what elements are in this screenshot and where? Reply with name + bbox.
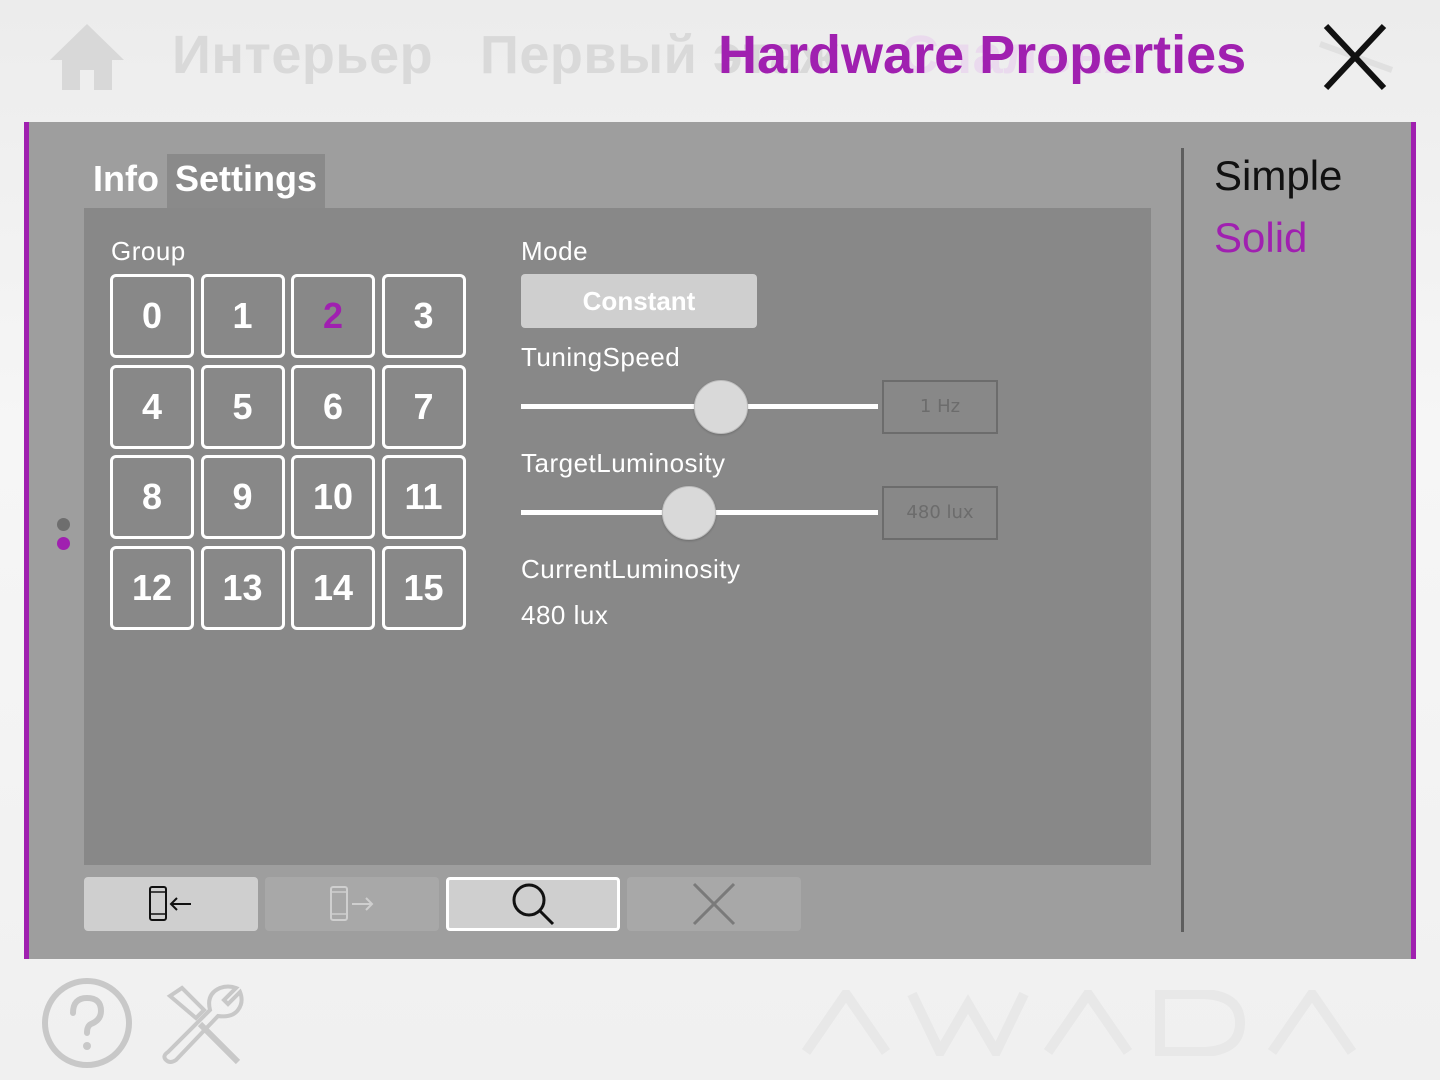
close-icon[interactable] — [1310, 18, 1400, 98]
awada-logo — [801, 990, 1357, 1056]
group-button-8[interactable]: 8 — [110, 455, 194, 539]
group-button-4[interactable]: 4 — [110, 364, 194, 449]
group-button-5[interactable]: 5 — [200, 364, 285, 449]
group-button-15[interactable]: 15 — [381, 545, 466, 630]
page-dot[interactable] — [57, 518, 70, 531]
mode-label: Mode — [521, 236, 589, 266]
group-button-2[interactable]: 2 — [291, 274, 375, 358]
group-label: Group — [111, 236, 186, 266]
tuning-speed-value: 1 Hz — [882, 380, 998, 434]
group-grid: 0 1 2 3 4 5 6 7 8 9 10 11 12 13 14 15 — [110, 274, 470, 634]
tab-info[interactable]: Info — [85, 154, 167, 208]
mode-button[interactable]: Constant — [521, 274, 757, 328]
type-simple[interactable]: Simple — [1214, 152, 1342, 200]
tuning-speed-label: TuningSpeed — [521, 342, 681, 372]
delete-button[interactable] — [627, 877, 801, 931]
home-icon[interactable] — [48, 22, 126, 92]
slider-thumb[interactable] — [693, 380, 748, 434]
target-luminosity-value: 480 lux — [882, 486, 998, 540]
search-button[interactable] — [446, 877, 620, 931]
target-luminosity-slider[interactable] — [521, 486, 878, 542]
group-button-10[interactable]: 10 — [291, 455, 375, 539]
device-import-icon — [149, 886, 191, 921]
panel-divider — [1181, 148, 1184, 932]
target-luminosity-label: TargetLuminosity — [521, 448, 726, 478]
group-button-12[interactable]: 12 — [110, 545, 194, 630]
tab-settings[interactable]: Settings — [166, 154, 325, 208]
page-title: Hardware Properties — [718, 25, 1247, 85]
group-button-6[interactable]: 6 — [291, 364, 375, 449]
type-solid[interactable]: Solid — [1214, 214, 1307, 262]
top-bar: Спальня Интерьер Первый этаж Hardware Pr… — [0, 0, 1440, 120]
group-button-9[interactable]: 9 — [200, 455, 285, 539]
group-button-3[interactable]: 3 — [381, 274, 466, 358]
group-button-1[interactable]: 1 — [200, 274, 285, 358]
current-luminosity-label: CurrentLuminosity — [521, 554, 741, 584]
slider-thumb[interactable] — [661, 486, 716, 540]
group-button-7[interactable]: 7 — [381, 364, 466, 449]
device-export-icon — [330, 886, 374, 921]
breadcrumb-interior[interactable]: Интерьер — [172, 24, 433, 86]
group-button-0[interactable]: 0 — [110, 274, 194, 358]
group-button-14[interactable]: 14 — [291, 545, 375, 630]
search-icon — [512, 883, 555, 926]
import-from-device-button[interactable] — [84, 877, 258, 931]
help-icon[interactable] — [40, 976, 134, 1070]
group-button-13[interactable]: 13 — [200, 545, 285, 630]
hardware-properties-panel: Info Settings Group 0 1 2 3 4 5 6 7 8 9 10 11 12 13 14… — [24, 122, 1416, 959]
tuning-speed-slider[interactable] — [521, 380, 878, 436]
tools-icon[interactable] — [160, 982, 246, 1068]
page-dot-active[interactable] — [57, 537, 70, 550]
page-indicator[interactable] — [57, 518, 71, 558]
current-luminosity-value: 480 lux — [521, 600, 609, 630]
close-icon — [692, 882, 736, 926]
tab-bar: Info Settings — [85, 154, 325, 208]
group-button-11[interactable]: 11 — [381, 455, 466, 539]
export-to-device-button[interactable] — [265, 877, 439, 931]
settings-content: Group 0 1 2 3 4 5 6 7 8 9 10 11 12 13 14 15 Mode Consta… — [84, 208, 1151, 865]
